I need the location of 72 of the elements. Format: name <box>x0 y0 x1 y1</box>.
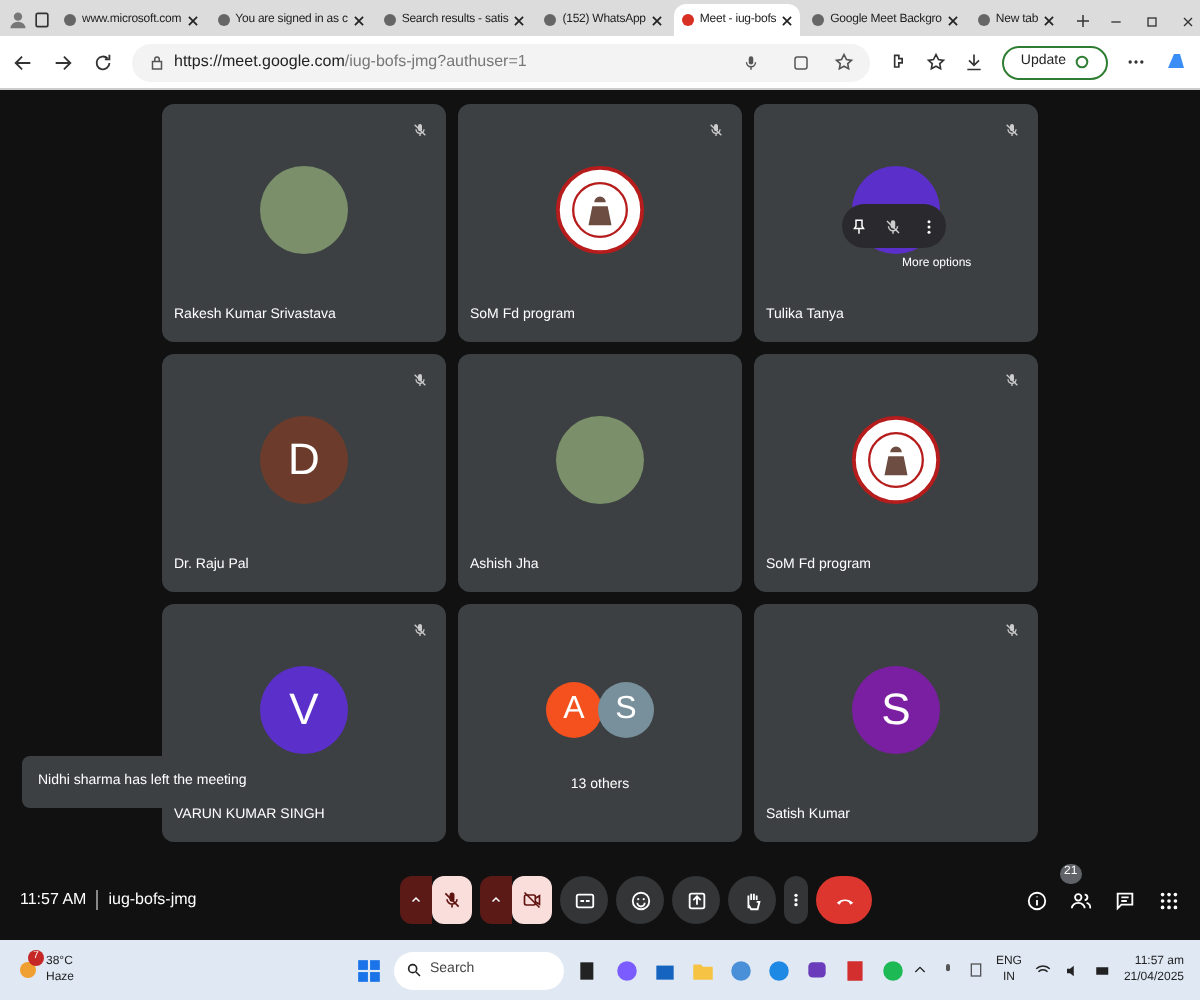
captions-button[interactable] <box>560 876 608 924</box>
microphone-icon[interactable] <box>742 53 761 71</box>
tab-actions-icon[interactable] <box>32 10 52 30</box>
close-icon[interactable] <box>649 13 664 27</box>
avatar: S <box>598 681 654 737</box>
caret-icon <box>410 894 422 906</box>
pin-icon[interactable] <box>850 217 869 235</box>
tab-favicon-icon <box>542 12 559 28</box>
forward-icon[interactable] <box>52 51 74 73</box>
tab-favicon-icon <box>679 12 696 28</box>
chevron-up-icon[interactable] <box>911 962 928 978</box>
address-bar[interactable]: https://meet.google.com/iug-bofs-jmg?authuser=1 <box>132 43 871 81</box>
close-icon[interactable] <box>351 13 366 27</box>
app-install-icon[interactable] <box>792 53 811 71</box>
close-icon[interactable] <box>1042 13 1057 27</box>
tab-favicon-icon <box>975 12 992 28</box>
captions-icon <box>573 889 595 911</box>
photo-placeholder <box>556 415 644 503</box>
close-icon[interactable] <box>1180 14 1197 30</box>
url-text: https://meet.google.com/iug-bofs-jmg?authuser=1 <box>174 50 529 74</box>
present-button[interactable] <box>672 876 720 924</box>
close-icon[interactable] <box>185 13 200 27</box>
more-icon <box>788 890 804 910</box>
new-tab-icon[interactable] <box>1074 12 1093 30</box>
muted-mic-icon <box>442 890 462 910</box>
site-info-icon[interactable] <box>148 53 166 71</box>
info-icon[interactable] <box>1026 889 1048 911</box>
update-icon <box>1074 54 1090 70</box>
avatar: D <box>260 415 348 503</box>
close-icon[interactable] <box>780 13 795 27</box>
star-icon[interactable] <box>834 52 855 72</box>
tab-favicon-icon <box>62 12 78 28</box>
present-icon <box>685 889 707 911</box>
avatar: V <box>260 665 348 753</box>
avatar: S <box>852 665 940 753</box>
muted-mic-icon <box>884 217 903 235</box>
maximize-icon[interactable] <box>1144 14 1161 30</box>
start-icon[interactable] <box>356 957 382 983</box>
emoji-icon <box>629 889 651 911</box>
camera-off-icon <box>522 890 542 910</box>
leave-call-button[interactable] <box>816 876 872 924</box>
avatar: A <box>546 681 602 737</box>
emblem-logo <box>850 413 942 505</box>
emblem-logo <box>554 163 646 255</box>
photo-placeholder <box>260 165 348 253</box>
close-icon[interactable] <box>945 13 960 27</box>
meeting-code: iug-bofs-jmg <box>108 888 197 912</box>
people-icon[interactable] <box>1070 889 1092 911</box>
extensions-icon[interactable] <box>888 52 909 72</box>
more-options-button[interactable] <box>784 876 808 924</box>
caret-icon <box>490 894 502 906</box>
favorites-icon[interactable] <box>926 52 947 72</box>
camera-button[interactable] <box>512 876 552 924</box>
meeting-time: 11:57 AM <box>20 888 87 912</box>
pdf-icon[interactable] <box>842 957 868 983</box>
apps-grid-icon[interactable] <box>1158 889 1180 911</box>
tab-favicon-icon <box>810 12 827 28</box>
search-icon <box>406 962 422 978</box>
weather-icon[interactable] <box>16 958 40 982</box>
chat-icon[interactable] <box>1114 889 1136 911</box>
back-icon[interactable] <box>12 51 34 73</box>
download-icon[interactable] <box>964 52 985 72</box>
battery-icon[interactable] <box>1093 961 1112 979</box>
tablet-icon[interactable] <box>967 962 984 978</box>
tab-favicon-icon <box>381 12 398 28</box>
reactions-button[interactable] <box>616 876 664 924</box>
chat-app-icon[interactable] <box>804 957 830 983</box>
microphone-button[interactable] <box>432 876 472 924</box>
close-icon[interactable] <box>512 13 527 27</box>
reload-icon[interactable] <box>92 51 114 73</box>
tab-favicon-icon <box>215 12 232 28</box>
raise-hand-button[interactable] <box>728 876 776 924</box>
